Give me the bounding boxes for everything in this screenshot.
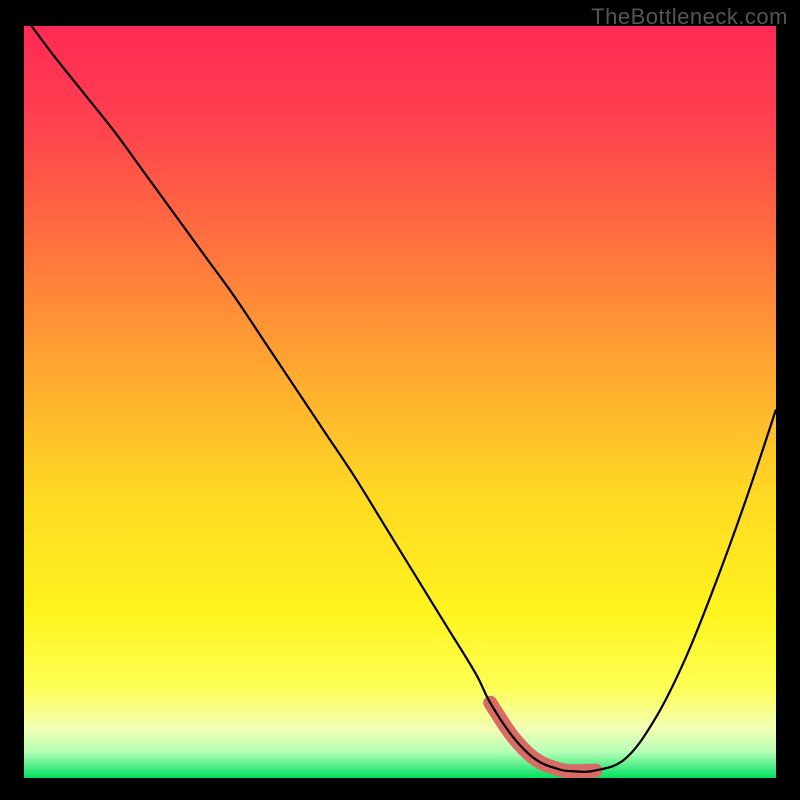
chart-root: TheBottleneck.com — [0, 0, 800, 800]
gradient-background — [24, 26, 776, 778]
chart-svg — [0, 0, 800, 800]
watermark-text: TheBottleneck.com — [591, 4, 788, 30]
